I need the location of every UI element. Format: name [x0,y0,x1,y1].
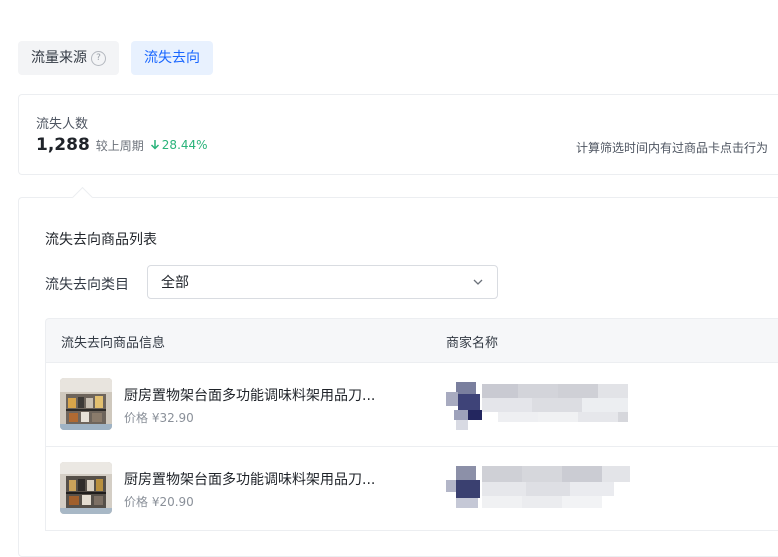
chevron-down-icon [473,279,483,285]
product-price: 价格 ¥20.90 [124,495,194,509]
tab-churn-destination-label: 流失去向 [144,50,200,66]
stat-label: 流失人数 [36,117,89,132]
stat-change: 28.44% [150,138,208,152]
column-header-product: 流失去向商品信息 [61,336,166,351]
churn-product-list-card: 流失去向商品列表 流失去向类目 全部 流失去向商品信息 商家名称 厨房置物架台面… [18,186,778,557]
tab-churn-destination[interactable]: 流失去向 [131,41,213,75]
tab-traffic-source-label: 流量来源 [31,50,87,66]
stat-compare-label: 较上周期 [95,139,144,153]
product-name[interactable]: 厨房置物架台面多功能调味料架用品刀... [124,469,375,489]
product-thumbnail[interactable] [60,462,112,514]
stat-value: 1,288 [36,135,90,155]
tab-traffic-source[interactable]: 流量来源 ? [18,41,119,75]
help-icon[interactable]: ? [91,50,106,66]
product-image [60,378,112,430]
product-price: 价格 ¥32.90 [124,411,194,425]
product-image [60,462,112,514]
merchant-name-blurred [446,466,630,508]
stat-note: 计算筛选时间内有过商品卡点击行为 [576,141,769,155]
category-select[interactable]: 全部 [147,265,498,299]
product-thumbnail[interactable] [60,378,112,430]
category-select-value: 全部 [161,275,189,291]
stat-row: 1,288 较上周期 28.44% [36,135,208,155]
section-title: 流失去向商品列表 [45,232,157,248]
column-header-merchant: 商家名称 [446,336,499,351]
churn-stat-card[interactable]: 流失人数 1,288 较上周期 28.44% 计算筛选时间内有过商品卡点击行为 [18,94,778,175]
churn-product-table: 流失去向商品信息 商家名称 厨房置物架台面多功能调味料架用品刀... 价格 ¥3… [45,318,778,531]
tab-bar: 流量来源 ? 流失去向 [18,41,213,75]
arrow-down-icon [150,140,159,150]
table-row[interactable]: 厨房置物架台面多功能调味料架用品刀... 价格 ¥20.90 [45,447,778,531]
merchant-name-blurred [446,382,628,430]
card-pointer [71,186,94,209]
product-name[interactable]: 厨房置物架台面多功能调味料架用品刀... [124,385,375,405]
category-filter-label: 流失去向类目 [45,277,129,293]
table-header: 流失去向商品信息 商家名称 [45,318,778,363]
table-row[interactable]: 厨房置物架台面多功能调味料架用品刀... 价格 ¥32.90 [45,363,778,447]
stat-change-value: 28.44% [161,137,208,152]
